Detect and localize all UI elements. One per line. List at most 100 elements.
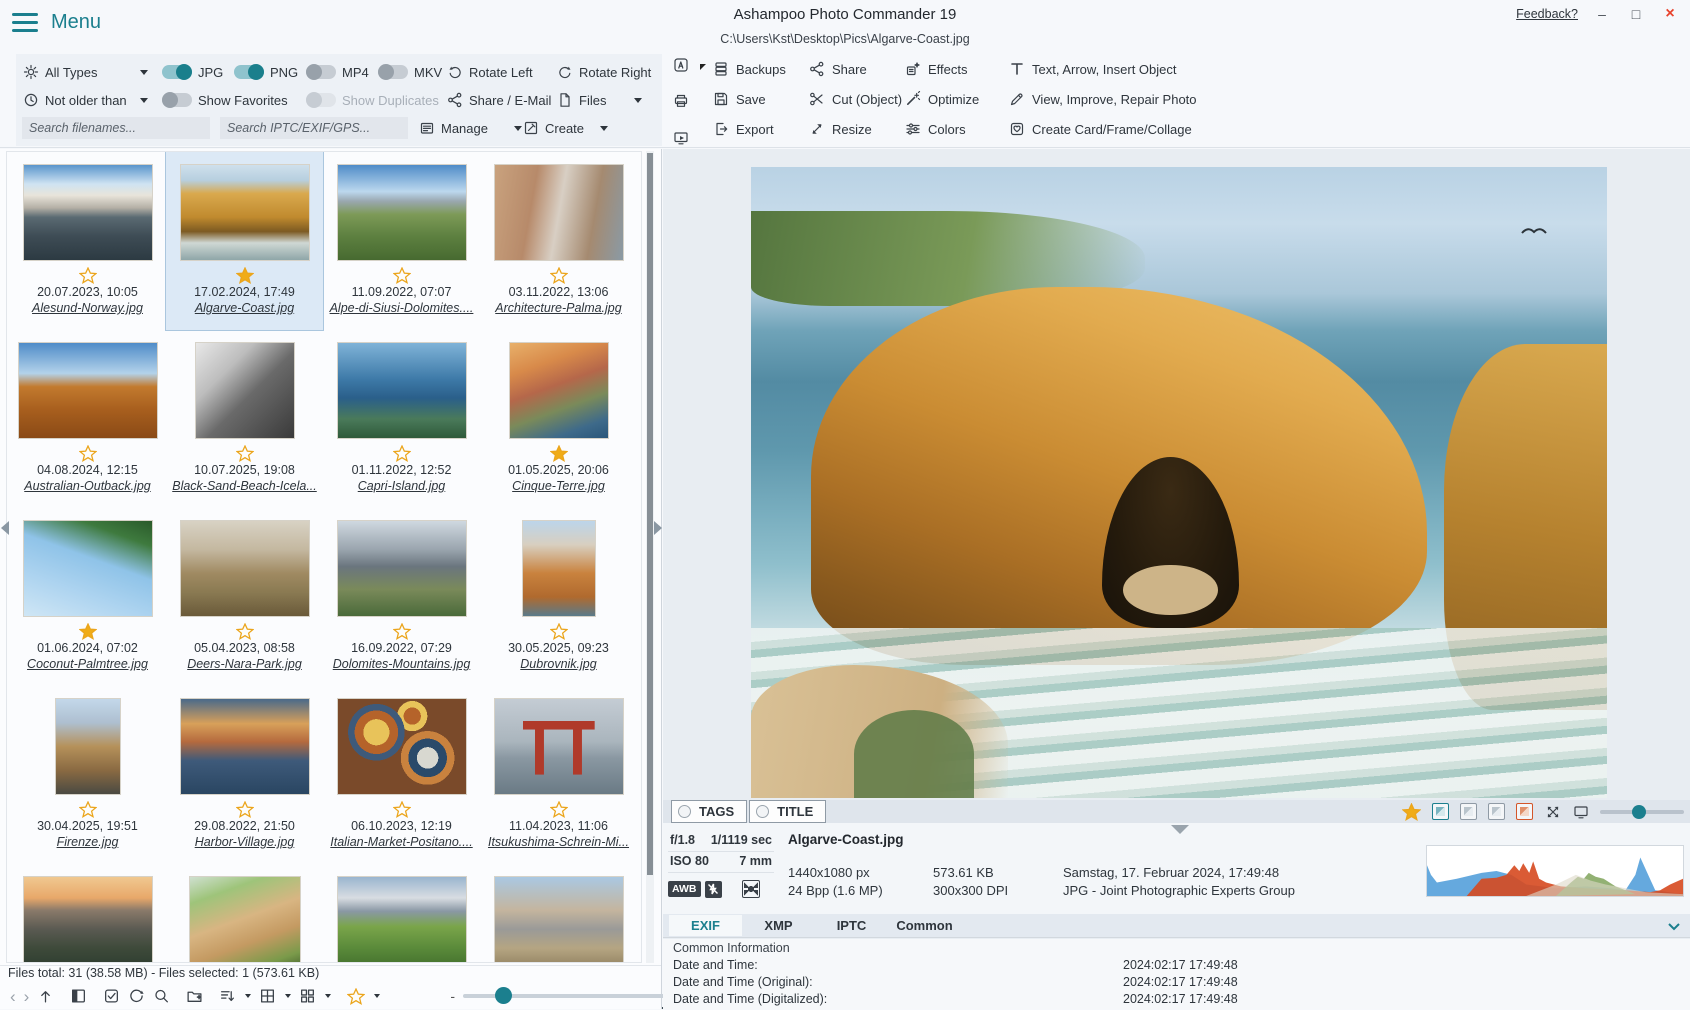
- favorite-star-icon[interactable]: [550, 801, 568, 818]
- thumbnail-filename[interactable]: Algarve-Coast.jpg: [195, 301, 294, 315]
- search-iptc-input[interactable]: [220, 117, 408, 139]
- collapse-metadata-icon[interactable]: [1666, 918, 1682, 934]
- thumbnail-partial-3[interactable]: [323, 864, 480, 963]
- chevron-down-icon[interactable]: [245, 994, 251, 998]
- thumbnail-capri-island[interactable]: 01.11.2022, 12:52 Capri-Island.jpg: [323, 330, 480, 508]
- share-button[interactable]: Share: [808, 61, 904, 78]
- preview-zoom-knob[interactable]: [1632, 805, 1646, 819]
- favorite-star-icon[interactable]: [550, 623, 568, 640]
- favorite-star-icon[interactable]: [550, 445, 568, 462]
- not-older-than-dropdown[interactable]: Not older than: [22, 92, 148, 109]
- thumbnail-filename[interactable]: Dolomites-Mountains.jpg: [333, 657, 471, 671]
- minimize-button[interactable]: –: [1592, 6, 1612, 22]
- thumbnail-filename[interactable]: Alpe-di-Siusi-Dolomites....: [330, 301, 474, 315]
- menu-button[interactable]: Menu: [12, 11, 101, 34]
- thumbnail-image[interactable]: [23, 164, 153, 261]
- favorite-star-icon[interactable]: [236, 623, 254, 640]
- thumbnail-dolomites-mountains[interactable]: 16.09.2022, 07:29 Dolomites-Mountains.jp…: [323, 508, 480, 686]
- files-dropdown[interactable]: Files: [556, 92, 642, 109]
- thumbnail-image[interactable]: [180, 520, 310, 617]
- favorite-star-icon[interactable]: [550, 267, 568, 284]
- export-button[interactable]: Export: [712, 121, 808, 138]
- png-toggle[interactable]: PNG: [234, 65, 306, 80]
- zoom-out-label[interactable]: -: [450, 988, 455, 1004]
- thumbnail-architecture-palma[interactable]: 03.11.2022, 13:06 Architecture-Palma.jpg: [480, 152, 637, 330]
- mp4-toggle[interactable]: MP4: [306, 65, 378, 80]
- favorite-star-icon[interactable]: [79, 623, 97, 640]
- favorite-star-icon[interactable]: [393, 445, 411, 462]
- thumbnail-filename[interactable]: Italian-Market-Positano....: [330, 835, 472, 849]
- thumbnail-filename[interactable]: Itsukushima-Schrein-Mi...: [488, 835, 629, 849]
- rotate-left-button[interactable]: Rotate Left: [446, 64, 556, 81]
- search-icon[interactable]: [153, 988, 170, 1005]
- thumbnail-image[interactable]: [55, 698, 121, 795]
- thumbnail-filename[interactable]: Deers-Nara-Park.jpg: [187, 657, 302, 671]
- thumbnail-image[interactable]: [180, 698, 310, 795]
- thumbnail-filename[interactable]: Australian-Outback.jpg: [24, 479, 150, 493]
- zoom-slider-knob[interactable]: [495, 987, 512, 1004]
- jpg-toggle[interactable]: JPG: [162, 65, 234, 80]
- thumbnail-black-sand-beach[interactable]: 10.07.2025, 19:08 Black-Sand-Beach-Icela…: [166, 330, 323, 508]
- thumbnail-image[interactable]: [337, 164, 467, 261]
- thumbnail-partial-4[interactable]: [480, 864, 637, 963]
- thumbnail-australian-outback[interactable]: 04.08.2024, 12:15 Australian-Outback.jpg: [9, 330, 166, 508]
- maximize-button[interactable]: □: [1626, 6, 1646, 22]
- thumbnail-cinque-terre[interactable]: 01.05.2025, 20:06 Cinque-Terre.jpg: [480, 330, 637, 508]
- rotate-right-button[interactable]: Rotate Right: [556, 64, 651, 81]
- thumbnail-image[interactable]: [23, 876, 153, 963]
- pdf-export-button[interactable]: [673, 56, 690, 73]
- thumbnail-image[interactable]: [494, 164, 624, 261]
- collapse-left-arrow-icon[interactable]: [1, 521, 9, 535]
- manage-dropdown[interactable]: Manage: [418, 120, 522, 137]
- refresh-icon[interactable]: [128, 988, 145, 1005]
- thumbnail-filename[interactable]: Cinque-Terre.jpg: [512, 479, 605, 493]
- show-favorites-toggle[interactable]: Show Favorites: [162, 93, 306, 108]
- colors-button[interactable]: Colors: [904, 121, 1008, 138]
- thumbnail-filename[interactable]: Architecture-Palma.jpg: [495, 301, 621, 315]
- thumbnail-image[interactable]: [337, 876, 467, 963]
- thumbnail-algarve-coast[interactable]: 17.02.2024, 17:49 Algarve-Coast.jpg: [166, 152, 323, 330]
- cut-object-button[interactable]: Cut (Object): [808, 91, 904, 108]
- show-on-monitor-button[interactable]: [673, 129, 690, 146]
- thumbnail-italian-market[interactable]: 06.10.2023, 12:19 Italian-Market-Positan…: [323, 686, 480, 864]
- thumbnail-image[interactable]: [180, 164, 310, 261]
- close-button[interactable]: ×: [1660, 5, 1680, 23]
- favorite-star-icon[interactable]: [393, 623, 411, 640]
- save-button[interactable]: Save: [712, 91, 808, 108]
- tab-iptc[interactable]: IPTC: [815, 915, 888, 936]
- thumbnail-filename[interactable]: Harbor-Village.jpg: [195, 835, 295, 849]
- thumbnail-image[interactable]: [494, 876, 624, 963]
- forward-icon[interactable]: ›: [24, 988, 30, 1005]
- create-dropdown[interactable]: Create: [522, 120, 608, 137]
- add-folder-icon[interactable]: [186, 988, 203, 1005]
- preview-photo[interactable]: [751, 167, 1607, 798]
- effects-button[interactable]: Effects: [904, 61, 1008, 78]
- thumbnail-size-icon[interactable]: [299, 988, 316, 1005]
- chevron-down-icon[interactable]: [374, 994, 380, 998]
- favorite-star-icon[interactable]: [236, 445, 254, 462]
- thumbnail-firenze[interactable]: 30.04.2025, 19:51 Firenze.jpg: [9, 686, 166, 864]
- all-types-dropdown[interactable]: All Types: [22, 64, 148, 81]
- thumbnail-filename[interactable]: Alesund-Norway.jpg: [32, 301, 143, 315]
- favorite-star-icon[interactable]: [393, 801, 411, 818]
- thumbnail-alpe-di-siusi[interactable]: 11.09.2022, 07:07 Alpe-di-Siusi-Dolomite…: [323, 152, 480, 330]
- tags-tab[interactable]: TAGS: [671, 800, 747, 823]
- checkbox-select-icon[interactable]: [103, 988, 120, 1005]
- fullscreen-icon[interactable]: [1544, 803, 1561, 820]
- optimize-button[interactable]: Optimize: [904, 91, 1008, 108]
- favorite-star-icon[interactable]: [79, 445, 97, 462]
- feedback-link[interactable]: Feedback?: [1516, 7, 1578, 21]
- favorite-star-icon[interactable]: [236, 267, 254, 284]
- scrollbar-thumb[interactable]: [647, 153, 653, 875]
- view-grid-icon[interactable]: [259, 988, 276, 1005]
- chevron-down-icon[interactable]: [285, 994, 291, 998]
- sort-icon[interactable]: [219, 988, 236, 1005]
- search-filenames-input[interactable]: [22, 117, 210, 139]
- grid-view-icon[interactable]: [1488, 803, 1505, 820]
- collapse-right-arrow-icon[interactable]: [654, 521, 662, 535]
- thumbnail-harbor-village[interactable]: 29.08.2022, 21:50 Harbor-Village.jpg: [166, 686, 323, 864]
- thumbnail-image[interactable]: [494, 698, 624, 795]
- thumbnail-image[interactable]: [522, 520, 596, 617]
- resize-button[interactable]: Resize: [808, 121, 904, 138]
- monitor-icon[interactable]: [1572, 803, 1589, 820]
